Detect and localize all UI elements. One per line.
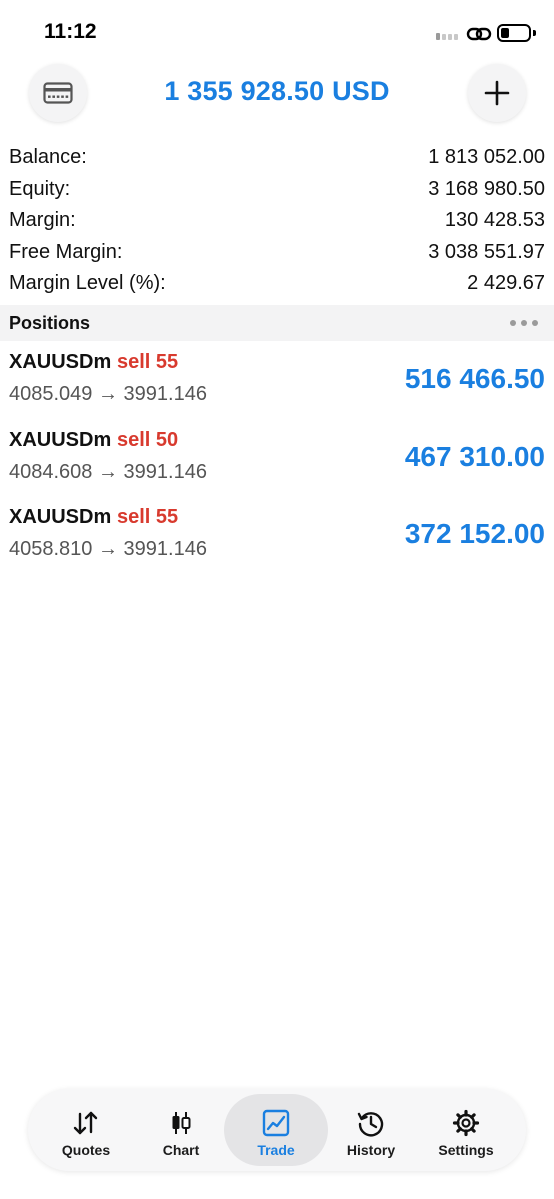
balance-value: 1 813 052.00 bbox=[428, 146, 545, 169]
position-profit: 467 310.00 bbox=[404, 440, 545, 472]
credit-card-icon bbox=[43, 82, 73, 104]
new-order-button[interactable] bbox=[468, 64, 526, 122]
trade-chart-icon bbox=[261, 1108, 291, 1138]
position-profit: 516 466.50 bbox=[404, 363, 545, 394]
tab-chart-label: Chart bbox=[162, 1142, 200, 1158]
free-margin-value: 3 038 551.97 bbox=[428, 240, 545, 263]
positions-title: Positions bbox=[9, 312, 91, 333]
header: 1 355 928.50 USD bbox=[0, 64, 554, 124]
position-symbol: XAUUSDm bbox=[9, 506, 112, 528]
status-time: 11:12 bbox=[44, 20, 97, 43]
account-balance-title: 1 355 928.50 USD bbox=[164, 76, 390, 106]
positions-list: XAUUSDm sell 55 4085.049 → 3991.146 516 … bbox=[0, 343, 554, 576]
position-prices: 4085.049 → 3991.146 bbox=[9, 383, 207, 405]
margin-value: 130 428.53 bbox=[444, 209, 545, 232]
equity-label: Equity: bbox=[9, 177, 71, 200]
tab-quotes-label: Quotes bbox=[61, 1142, 111, 1158]
battery-icon bbox=[497, 24, 531, 42]
tab-settings-label: Settings bbox=[438, 1142, 494, 1158]
positions-section-header: Positions bbox=[0, 305, 554, 341]
tab-history[interactable]: History bbox=[319, 1094, 423, 1166]
more-options-icon[interactable] bbox=[510, 320, 538, 326]
position-side: sell 55 bbox=[117, 351, 179, 373]
margin-row: Margin: 130 428.53 bbox=[0, 205, 554, 237]
candlestick-icon bbox=[166, 1108, 196, 1138]
position-prices: 4058.810 → 3991.146 bbox=[9, 538, 207, 560]
account-summary: Balance: 1 813 052.00 Equity: 3 168 980.… bbox=[0, 142, 554, 300]
bottom-tab-bar: Quotes Chart Trade History Settings bbox=[28, 1089, 526, 1171]
quotes-arrows-icon bbox=[71, 1108, 101, 1138]
position-symbol: XAUUSDm bbox=[9, 428, 112, 451]
tab-trade[interactable]: Trade bbox=[224, 1094, 328, 1166]
accounts-button[interactable] bbox=[29, 64, 87, 122]
margin-level-label: Margin Level (%): bbox=[9, 272, 166, 295]
position-profit: 372 152.00 bbox=[404, 518, 545, 549]
position-row[interactable]: XAUUSDm sell 55 4085.049 → 3991.146 516 … bbox=[0, 343, 554, 421]
balance-label: Balance: bbox=[9, 146, 87, 169]
status-bar: 11:12 bbox=[0, 0, 554, 60]
free-margin-label: Free Margin: bbox=[9, 240, 123, 263]
tab-chart[interactable]: Chart bbox=[129, 1094, 233, 1166]
position-row[interactable]: XAUUSDm sell 55 4058.810 → 3991.146 372 … bbox=[0, 498, 554, 576]
equity-row: Equity: 3 168 980.50 bbox=[0, 174, 554, 206]
position-prices: 4084.608 → 3991.146 bbox=[9, 460, 207, 483]
margin-level-row: Margin Level (%): 2 429.67 bbox=[0, 268, 554, 300]
tab-trade-label: Trade bbox=[257, 1142, 295, 1158]
plus-icon bbox=[484, 80, 510, 106]
balance-row: Balance: 1 813 052.00 bbox=[0, 142, 554, 174]
tab-quotes[interactable]: Quotes bbox=[34, 1094, 138, 1166]
history-clock-icon bbox=[356, 1108, 386, 1138]
margin-level-value: 2 429.67 bbox=[467, 272, 545, 295]
free-margin-row: Free Margin: 3 038 551.97 bbox=[0, 237, 554, 269]
position-side: sell 55 bbox=[117, 506, 179, 528]
link-icon bbox=[466, 27, 492, 41]
margin-label: Margin: bbox=[9, 209, 76, 232]
equity-value: 3 168 980.50 bbox=[428, 177, 545, 200]
gear-icon bbox=[451, 1108, 481, 1138]
tab-settings[interactable]: Settings bbox=[414, 1094, 518, 1166]
tab-history-label: History bbox=[346, 1142, 396, 1158]
position-side: sell 50 bbox=[117, 428, 179, 451]
position-row[interactable]: XAUUSDm sell 50 4084.608 → 3991.146 467 … bbox=[0, 421, 554, 499]
cellular-signal-icon bbox=[436, 33, 458, 40]
position-symbol: XAUUSDm bbox=[9, 351, 112, 373]
